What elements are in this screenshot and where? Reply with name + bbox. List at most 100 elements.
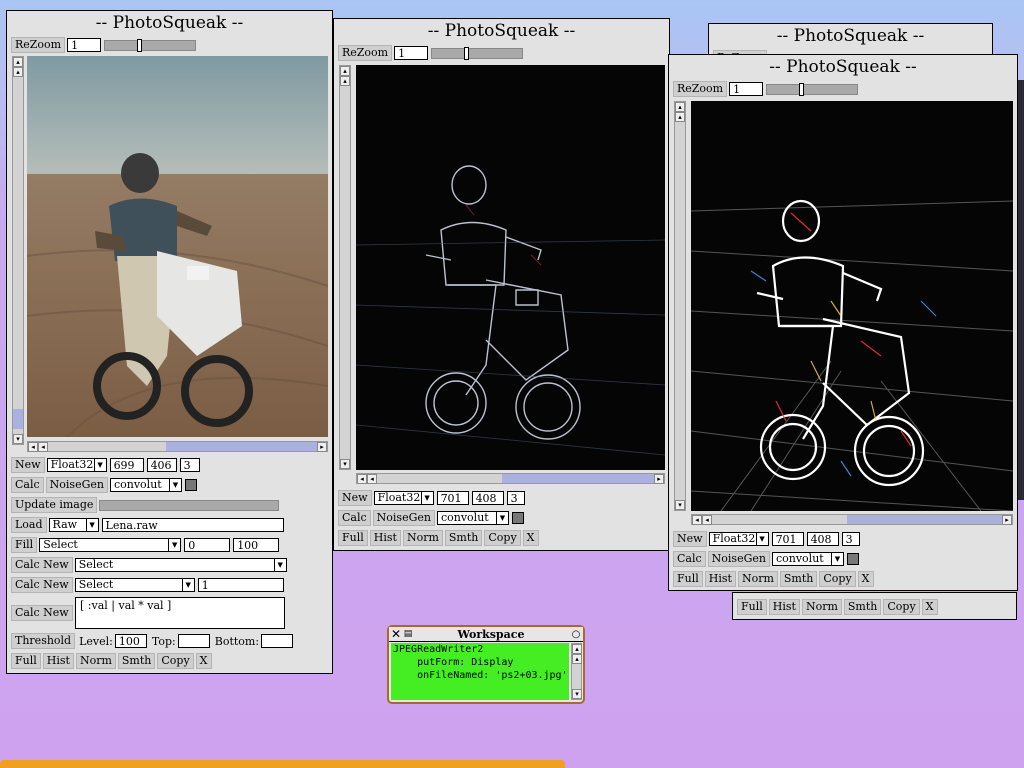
vertical-scrollbar[interactable]: ▴ ▴ ▾: [339, 65, 351, 470]
channels-input[interactable]: 3: [179, 458, 200, 472]
filename-input[interactable]: Lena.raw: [101, 518, 284, 532]
vertical-scrollbar[interactable]: ▴ ▴ ▾: [674, 101, 686, 511]
close-button[interactable]: X: [195, 653, 212, 669]
scroll-left-icon[interactable]: ◂: [692, 515, 702, 525]
rezoom-button[interactable]: ReZoom: [11, 37, 66, 53]
calc-button[interactable]: Calc: [673, 551, 706, 567]
workspace-title-bar[interactable]: ✕ ▤ Workspace ○: [389, 627, 583, 642]
slider-thumb[interactable]: [464, 46, 470, 60]
scroll-left-icon[interactable]: ◂: [367, 474, 377, 484]
zoom-input[interactable]: 1: [729, 82, 764, 96]
full-button[interactable]: Full: [737, 599, 767, 615]
zoom-slider[interactable]: [104, 38, 197, 52]
smth-button[interactable]: Smth: [444, 530, 483, 546]
type-dropdown[interactable]: Float32 ▼: [46, 458, 107, 472]
dropdown-arrow-icon[interactable]: ▼: [93, 459, 106, 471]
scroll-up-icon[interactable]: ▴: [340, 76, 350, 86]
new-button[interactable]: New: [338, 490, 372, 506]
close-button[interactable]: X: [921, 599, 938, 615]
operation-dropdown[interactable]: convolut ▼: [109, 478, 182, 492]
smth-button[interactable]: Smth: [117, 653, 156, 669]
full-button[interactable]: Full: [338, 530, 368, 546]
width-input[interactable]: 701: [436, 491, 469, 505]
calc-button[interactable]: Calc: [338, 510, 371, 526]
scroll-up-icon[interactable]: ▴: [340, 66, 350, 76]
scroll-left-icon[interactable]: ◂: [38, 442, 48, 452]
dropdown-arrow-icon[interactable]: ▼: [830, 553, 843, 565]
scroll-thumb[interactable]: [502, 474, 654, 483]
color-swatch[interactable]: [184, 479, 197, 491]
hist-button[interactable]: Hist: [768, 599, 800, 615]
noisegen-button[interactable]: NoiseGen: [45, 477, 108, 493]
threshold-button[interactable]: Threshold: [11, 633, 76, 649]
fill-to-input[interactable]: 100: [233, 538, 280, 552]
height-input[interactable]: 408: [471, 491, 504, 505]
scroll-down-icon[interactable]: ▾: [340, 459, 350, 469]
calc-new-button-3[interactable]: Calc New: [11, 605, 73, 621]
workspace-scrollbar[interactable]: ▴ ▴ ▾: [571, 643, 582, 700]
norm-button[interactable]: Norm: [737, 571, 778, 587]
dropdown-arrow-icon[interactable]: ▼: [85, 519, 98, 531]
calc-new-button-2[interactable]: Calc New: [11, 577, 73, 593]
hist-button[interactable]: Hist: [369, 530, 401, 546]
scroll-right-icon[interactable]: ▸: [1002, 515, 1012, 525]
full-button[interactable]: Full: [673, 571, 703, 587]
vertical-scrollbar[interactable]: ▴ ▴ ▾: [12, 56, 24, 445]
new-button[interactable]: New: [11, 457, 45, 473]
copy-button[interactable]: Copy: [484, 530, 521, 546]
load-button[interactable]: Load: [11, 517, 47, 533]
dropdown-arrow-icon[interactable]: ▼: [273, 559, 286, 571]
dropdown-arrow-icon[interactable]: ▼: [755, 533, 768, 545]
scroll-thumb[interactable]: [166, 442, 317, 451]
dropdown-arrow-icon[interactable]: ▼: [495, 512, 508, 524]
fill-select[interactable]: Select ▼: [39, 538, 182, 552]
scroll-down-icon[interactable]: ▾: [13, 434, 23, 444]
calc-button[interactable]: Calc: [11, 477, 44, 493]
color-swatch[interactable]: [511, 512, 524, 524]
dropdown-arrow-icon[interactable]: ▼: [168, 539, 180, 551]
scroll-right-icon[interactable]: ▸: [317, 442, 327, 452]
full-button[interactable]: Full: [11, 653, 41, 669]
scroll-up-icon[interactable]: ▴: [13, 67, 23, 77]
hist-button[interactable]: Hist: [42, 653, 74, 669]
calc-new-select-2[interactable]: Select ▼: [74, 578, 195, 592]
scroll-up-icon[interactable]: ▴: [13, 57, 23, 67]
dropdown-arrow-icon[interactable]: ▼: [420, 492, 433, 504]
menu-icon[interactable]: ▤: [403, 629, 413, 639]
calc-new-select[interactable]: Select ▼: [74, 558, 287, 572]
horizontal-scrollbar[interactable]: ◂ ◂ ▸: [691, 514, 1013, 525]
calc-new-button[interactable]: Calc New: [11, 557, 73, 573]
width-input[interactable]: 701: [771, 532, 804, 546]
bottom-input[interactable]: [261, 634, 294, 648]
rezoom-button[interactable]: ReZoom: [338, 45, 393, 61]
smth-button[interactable]: Smth: [843, 599, 882, 615]
close-button[interactable]: X: [522, 530, 539, 546]
dropdown-arrow-icon[interactable]: ▼: [181, 579, 194, 591]
scroll-up-icon[interactable]: ▴: [675, 102, 685, 112]
height-input[interactable]: 406: [146, 458, 177, 472]
scroll-up-icon[interactable]: ▴: [675, 112, 685, 122]
channels-input[interactable]: 3: [506, 491, 525, 505]
channels-input[interactable]: 3: [841, 532, 860, 546]
zoom-input[interactable]: 1: [67, 38, 102, 52]
horizontal-scrollbar[interactable]: ◂ ◂ ▸: [27, 441, 328, 452]
close-button[interactable]: X: [857, 571, 874, 587]
copy-button[interactable]: Copy: [157, 653, 194, 669]
color-swatch[interactable]: [846, 553, 859, 565]
level-input[interactable]: 100: [114, 634, 147, 648]
norm-button[interactable]: Norm: [75, 653, 116, 669]
copy-button[interactable]: Copy: [819, 571, 856, 587]
close-icon[interactable]: ✕: [389, 627, 403, 641]
fill-button[interactable]: Fill: [11, 537, 38, 553]
update-image-button[interactable]: Update image: [11, 497, 98, 513]
horizontal-scrollbar[interactable]: ◂ ◂ ▸: [356, 473, 665, 484]
workspace-text-area[interactable]: JPEGReadWriter2 putForm: Display onFileN…: [391, 643, 569, 700]
scroll-up-icon[interactable]: ▴: [572, 644, 582, 654]
fill-from-input[interactable]: 0: [184, 538, 231, 552]
collapse-icon[interactable]: ○: [569, 629, 583, 640]
scroll-thumb[interactable]: [13, 409, 23, 429]
scroll-down-icon[interactable]: ▾: [572, 689, 582, 699]
top-input[interactable]: [177, 634, 210, 648]
scroll-left-icon[interactable]: ◂: [357, 474, 367, 484]
norm-button[interactable]: Norm: [402, 530, 443, 546]
